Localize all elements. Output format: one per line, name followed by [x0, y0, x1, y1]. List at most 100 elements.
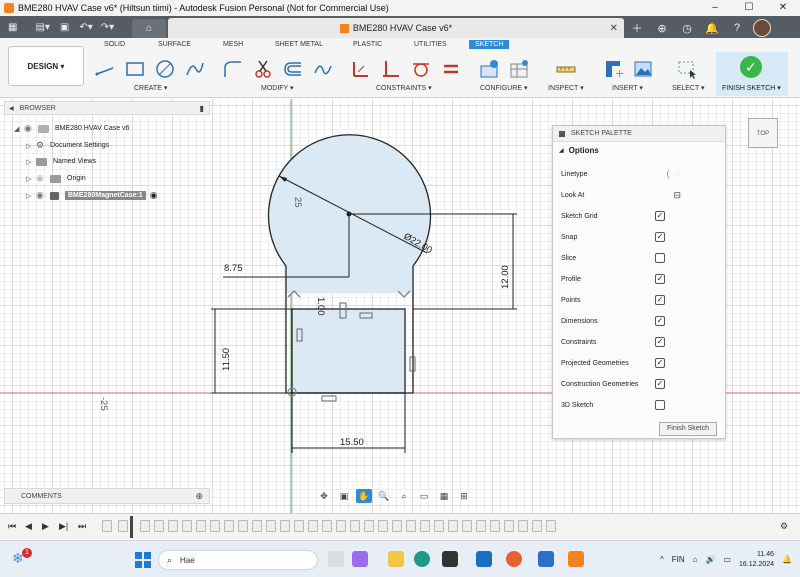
configure-table-icon[interactable]: [478, 58, 500, 80]
timeline-feature[interactable]: [308, 520, 318, 532]
rectangle-tool-icon[interactable]: [124, 58, 146, 80]
timeline-feature[interactable]: [504, 520, 514, 532]
expand-triangle-icon[interactable]: ▷: [26, 142, 36, 150]
timeline-feature[interactable]: [378, 520, 388, 532]
timeline-feature[interactable]: [336, 520, 346, 532]
timeline-feature-sketch[interactable]: [118, 520, 128, 532]
tab-sheet-metal[interactable]: SHEET METAL: [275, 41, 323, 48]
inspect-group-label[interactable]: INSPECT ▾: [548, 84, 584, 92]
store-icon[interactable]: [442, 551, 458, 567]
option-slice[interactable]: Slice: [561, 251, 721, 265]
timeline-feature[interactable]: [322, 520, 332, 532]
dimensions-checkbox[interactable]: ✓: [655, 316, 665, 326]
battery-icon[interactable]: ▭: [723, 555, 731, 564]
close-window-button[interactable]: ✕: [766, 0, 800, 16]
teams-icon[interactable]: [538, 551, 554, 567]
redo-icon[interactable]: ↷▾: [101, 22, 114, 33]
eye-icon[interactable]: ◉: [36, 190, 50, 201]
edge-browser-icon[interactable]: [414, 551, 430, 567]
option-sketch-grid[interactable]: Sketch Grid ✓: [561, 209, 721, 223]
tangent-constraint-icon[interactable]: [410, 58, 432, 80]
constraints-group-label[interactable]: CONSTRAINTS ▾: [376, 84, 432, 92]
option-projected-geometries[interactable]: Projected Geometries ✓: [561, 356, 721, 370]
timeline-feature[interactable]: [476, 520, 486, 532]
comments-panel[interactable]: COMMENTS ⊕: [4, 488, 210, 504]
timeline-feature[interactable]: [280, 520, 290, 532]
save-icon[interactable]: ▣: [60, 22, 69, 33]
timeline-feature[interactable]: [182, 520, 192, 532]
timeline-feature[interactable]: [462, 520, 472, 532]
collapse-triangle-icon[interactable]: ◢: [559, 147, 564, 154]
select-group-label[interactable]: SELECT ▾: [672, 84, 705, 92]
clock[interactable]: 11.46 16.12.2024: [739, 550, 774, 570]
minimize-button[interactable]: –: [698, 0, 732, 16]
job-status-icon[interactable]: ◷: [678, 22, 696, 35]
new-tab-icon[interactable]: ＋: [628, 20, 646, 36]
step-back-icon[interactable]: ◀: [25, 521, 32, 532]
document-tab[interactable]: BME280 HVAV Case v6* ✕: [168, 18, 624, 38]
spline-tool-icon[interactable]: [184, 58, 206, 80]
extensions-icon[interactable]: ⊕: [653, 22, 671, 35]
conic-curve-icon[interactable]: [312, 58, 334, 80]
firefox-icon[interactable]: [506, 551, 522, 567]
tree-item-root[interactable]: ◢ ◉ BME280 HVAV Case v6: [14, 121, 129, 136]
timeline-feature[interactable]: [532, 520, 542, 532]
finish-sketch-button[interactable]: ✓ FINISH SKETCH ▾: [716, 52, 788, 96]
timeline-feature[interactable]: [448, 520, 458, 532]
construction-linetype-icon[interactable]: ⟨: [666, 169, 670, 180]
timeline-feature[interactable]: [434, 520, 444, 532]
viewports-icon[interactable]: ⊞: [456, 489, 472, 503]
measure-tool-icon[interactable]: [555, 58, 577, 80]
option-3d-sketch[interactable]: 3D Sketch: [561, 398, 721, 412]
options-section-header[interactable]: ◢ Options: [553, 142, 725, 158]
tab-surface[interactable]: SURFACE: [158, 41, 191, 48]
workspace-switcher-button[interactable]: DESIGN ▾: [8, 46, 84, 86]
orbit-icon[interactable]: ✥: [316, 489, 332, 503]
outlook-icon[interactable]: [476, 551, 492, 567]
grid-settings-icon[interactable]: ▦: [436, 489, 452, 503]
perpendicular-constraint-icon[interactable]: [380, 58, 402, 80]
sketch-grid-checkbox[interactable]: ✓: [655, 211, 665, 221]
task-view-icon[interactable]: [328, 551, 344, 567]
timeline-feature[interactable]: [490, 520, 500, 532]
timeline-playhead[interactable]: [130, 516, 133, 538]
close-tab-button[interactable]: ✕: [610, 23, 618, 34]
eye-hidden-icon[interactable]: ◉: [36, 173, 50, 184]
slice-checkbox[interactable]: [655, 253, 665, 263]
taskbar-search[interactable]: ⌕ Hae: [158, 550, 318, 570]
timeline-feature[interactable]: [518, 520, 528, 532]
timeline-feature[interactable]: [154, 520, 164, 532]
fillet-tool-icon[interactable]: [222, 58, 244, 80]
step-forward-icon[interactable]: ▶|: [59, 521, 68, 532]
constraints-checkbox[interactable]: ✓: [655, 337, 665, 347]
tab-sketch[interactable]: SKETCH: [469, 40, 510, 49]
start-button[interactable]: [135, 552, 151, 568]
tray-expand-icon[interactable]: ^: [660, 555, 664, 564]
panel-grip-icon[interactable]: [559, 130, 565, 137]
timeline-feature[interactable]: [168, 520, 178, 532]
points-checkbox[interactable]: ✓: [655, 295, 665, 305]
file-explorer-icon[interactable]: [388, 551, 404, 567]
timeline-feature[interactable]: [238, 520, 248, 532]
timeline-feature[interactable]: [350, 520, 360, 532]
maximize-button[interactable]: ☐: [732, 0, 766, 16]
network-icon[interactable]: ⌂: [693, 555, 698, 564]
create-group-label[interactable]: CREATE ▾: [134, 84, 167, 92]
look-at-icon[interactable]: ⊟: [673, 190, 681, 201]
construction-geometries-checkbox[interactable]: ✓: [655, 379, 665, 389]
timeline-feature[interactable]: [252, 520, 262, 532]
zoom-icon[interactable]: 🔍: [376, 489, 392, 503]
add-comment-icon[interactable]: ⊕: [195, 491, 203, 502]
fusion-taskbar-icon[interactable]: [568, 551, 584, 567]
projected-geometries-checkbox[interactable]: ✓: [655, 358, 665, 368]
timeline-feature[interactable]: [210, 520, 220, 532]
option-dimensions[interactable]: Dimensions ✓: [561, 314, 721, 328]
timeline-feature[interactable]: [420, 520, 430, 532]
timeline-feature-sketch[interactable]: [102, 520, 112, 532]
pan-icon[interactable]: ✋: [356, 489, 372, 503]
timeline-feature[interactable]: [392, 520, 402, 532]
timeline-feature[interactable]: [224, 520, 234, 532]
collapse-triangle-icon[interactable]: ◢: [14, 125, 24, 133]
tree-item-document-settings[interactable]: ▷ ⚙ Document Settings: [26, 138, 109, 153]
expand-triangle-icon[interactable]: ▷: [26, 175, 36, 183]
